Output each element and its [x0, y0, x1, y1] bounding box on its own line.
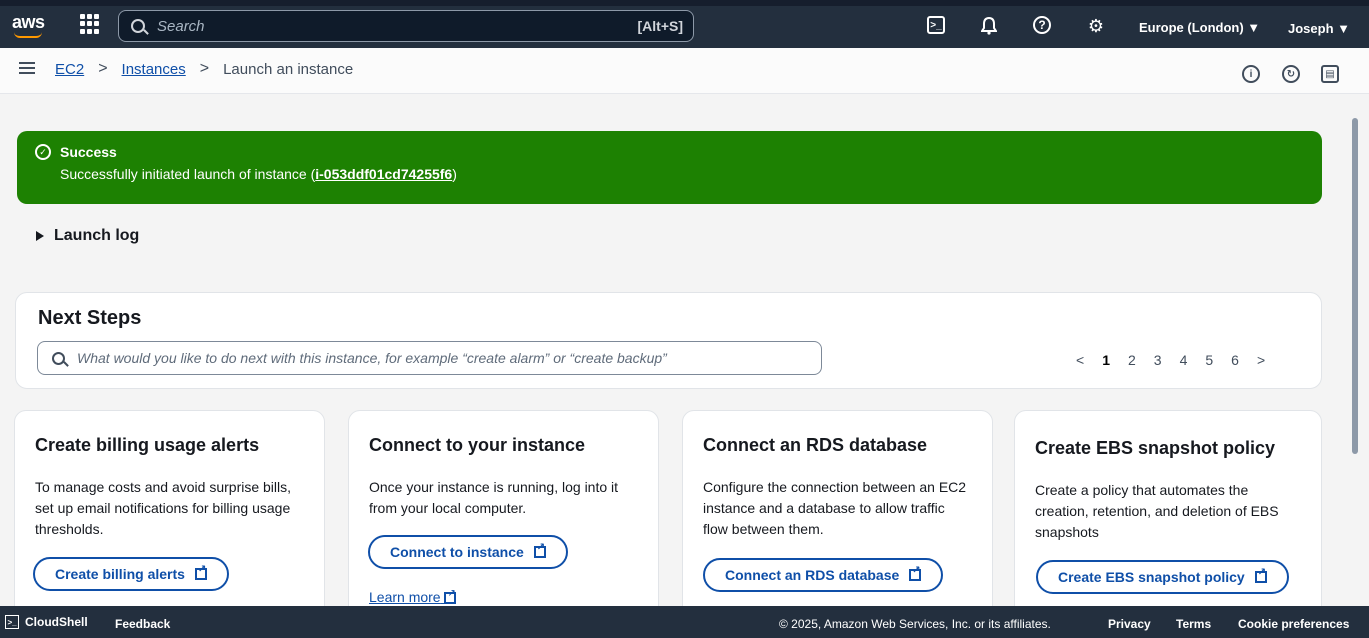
card-description: Create a policy that automates the creat…	[1035, 482, 1279, 540]
launch-log-expander[interactable]: Launch log	[36, 227, 139, 245]
flash-message: Successfully initiated launch of instanc…	[60, 166, 457, 182]
cloudshell-icon[interactable]: >_	[927, 16, 945, 34]
instance-id-link[interactable]: i-053ddf01cd74255f6	[315, 166, 452, 182]
feedback-link[interactable]: Feedback	[115, 617, 170, 631]
page-4[interactable]: 4	[1180, 352, 1188, 368]
card-connect-instance: Connect to your instance Once your insta…	[348, 410, 659, 620]
button-label: Connect to instance	[390, 544, 524, 560]
card-title: Create EBS snapshot policy	[1035, 438, 1276, 458]
feedback-panel-icon[interactable]: ▤	[1321, 65, 1339, 83]
external-link-icon	[1254, 567, 1267, 583]
card-rds-database: Connect an RDS database Configure the co…	[682, 410, 993, 620]
card-ebs-snapshot: Create EBS snapshot policy Create a poli…	[1014, 410, 1322, 620]
breadcrumb-bar: EC2 > Instances > Launch an instance i ↻…	[0, 48, 1369, 94]
card-description: Once your instance is running, log into …	[369, 479, 619, 516]
caret-right-icon	[36, 231, 44, 241]
global-search-input[interactable]: Search [Alt+S]	[118, 10, 694, 42]
scrollbar-thumb[interactable]	[1352, 118, 1358, 454]
connect-rds-database-button[interactable]: Connect an RDS database	[703, 558, 944, 592]
search-icon	[52, 351, 65, 365]
breadcrumb-current: Launch an instance	[223, 60, 354, 78]
privacy-link[interactable]: Privacy	[1108, 617, 1151, 631]
page-5[interactable]: 5	[1205, 352, 1213, 368]
services-grid-icon[interactable]	[80, 14, 100, 34]
page-6[interactable]: 6	[1231, 352, 1239, 368]
card-title: Create billing usage alerts	[35, 435, 260, 455]
cloudshell-icon: >_	[5, 615, 19, 629]
pagination: < 1 2 3 4 5 6 >	[1076, 352, 1265, 368]
card-title: Connect an RDS database	[703, 435, 928, 455]
info-icon[interactable]: i	[1242, 65, 1260, 83]
external-link-icon	[909, 565, 922, 581]
breadcrumb-instances[interactable]: Instances	[122, 61, 186, 78]
bell-icon[interactable]	[979, 16, 999, 36]
connect-to-instance-button[interactable]: Connect to instance	[368, 535, 568, 569]
flash-title: Success	[60, 144, 117, 160]
region-selector[interactable]: Europe (London) ▼	[1139, 20, 1260, 35]
flash-message-prefix: Successfully initiated launch of instanc…	[60, 166, 316, 182]
create-billing-alerts-button[interactable]: Create billing alerts	[33, 557, 229, 591]
search-shortcut: [Alt+S]	[637, 18, 684, 34]
footer-bar: >_ CloudShell Feedback © 2025, Amazon Web…	[0, 606, 1369, 638]
cloudshell-label: CloudShell	[25, 615, 88, 629]
page-3[interactable]: 3	[1154, 352, 1162, 368]
card-description: Configure the connection between an EC2 …	[703, 479, 967, 537]
notifications-icon[interactable]: ↻	[1282, 65, 1300, 83]
account-menu[interactable]: Joseph ▼	[1288, 21, 1350, 36]
cookie-preferences-link[interactable]: Cookie preferences	[1238, 617, 1349, 631]
card-description: To manage costs and avoid surprise bills…	[35, 479, 292, 537]
copyright-text: © 2025, Amazon Web Services, Inc. or its…	[779, 617, 1051, 631]
page-2[interactable]: 2	[1128, 352, 1136, 368]
flash-message-suffix: )	[452, 166, 457, 182]
card-title: Connect to your instance	[369, 435, 586, 455]
aws-logo[interactable]: aws	[12, 12, 45, 38]
learn-more-label: Learn more	[369, 589, 441, 605]
button-label: Create EBS snapshot policy	[1058, 569, 1245, 585]
cloudshell-button[interactable]: >_ CloudShell	[5, 615, 88, 629]
aws-logo-text: aws	[12, 12, 45, 32]
external-link-icon	[194, 564, 207, 580]
gear-icon[interactable]: ⚙	[1086, 16, 1106, 36]
card-billing-alerts: Create billing usage alerts To manage co…	[14, 410, 325, 620]
learn-more-link[interactable]: Learn more	[369, 588, 457, 605]
external-link-icon	[444, 588, 457, 605]
chevron-right-icon: >	[98, 60, 108, 77]
search-placeholder: Search	[157, 17, 205, 35]
success-flash-banner: ✓ Success Successfully initiated launch …	[17, 131, 1322, 204]
breadcrumb: EC2 > Instances > Launch an instance	[55, 60, 353, 78]
chevron-right-icon: >	[199, 60, 210, 77]
help-icon[interactable]: ?	[1033, 16, 1051, 34]
launch-log-label: Launch log	[54, 227, 140, 244]
top-navigation-bar: aws Search [Alt+S] >_ ? ⚙ Europe (London…	[0, 0, 1369, 48]
button-label: Connect an RDS database	[725, 567, 900, 583]
next-steps-panel: Next Steps What would you like to do nex…	[15, 292, 1322, 389]
next-steps-search-placeholder: What would you like to do next with this…	[77, 350, 667, 366]
external-link-icon	[533, 542, 546, 558]
terms-link[interactable]: Terms	[1176, 617, 1211, 631]
next-steps-search-input[interactable]: What would you like to do next with this…	[37, 341, 822, 375]
breadcrumb-ec2[interactable]: EC2	[55, 61, 84, 78]
scrollbar[interactable]	[1350, 98, 1360, 606]
button-label: Create billing alerts	[55, 566, 185, 582]
next-page-icon[interactable]: >	[1257, 352, 1265, 368]
search-icon	[131, 19, 145, 33]
previous-page-icon[interactable]: <	[1076, 352, 1084, 368]
next-steps-title: Next Steps	[38, 307, 142, 329]
create-ebs-snapshot-policy-button[interactable]: Create EBS snapshot policy	[1036, 560, 1289, 594]
check-circle-icon: ✓	[35, 144, 51, 160]
menu-icon[interactable]	[19, 62, 35, 75]
page-1[interactable]: 1	[1102, 352, 1110, 368]
